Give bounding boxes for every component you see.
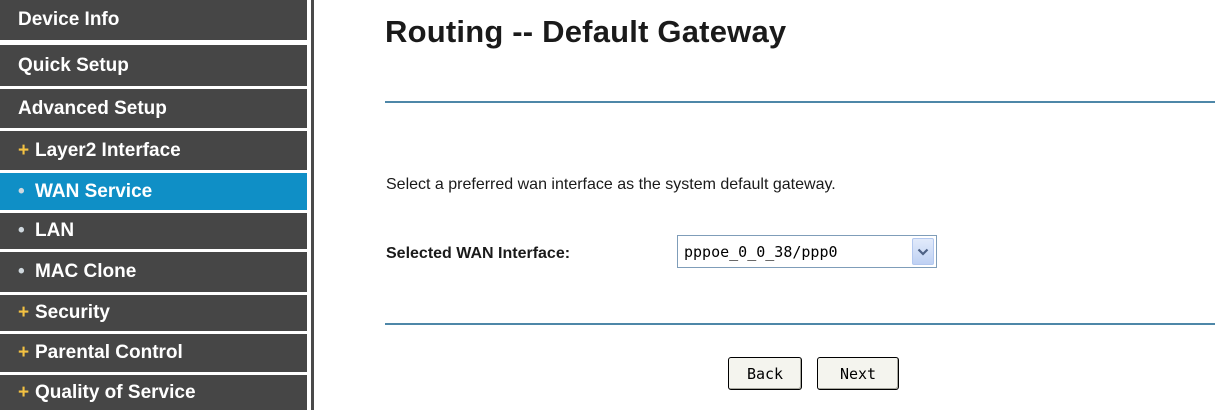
- sidebar-item-label: Security: [35, 302, 110, 323]
- main-panel: Routing -- Default Gateway Select a pref…: [314, 0, 1215, 410]
- divider-bottom: [385, 323, 1215, 325]
- sidebar-item-label: Advanced Setup: [18, 97, 167, 119]
- back-button[interactable]: Back: [728, 357, 802, 390]
- sidebar-item-lan[interactable]: • LAN: [0, 213, 307, 249]
- plus-icon: +: [18, 302, 30, 323]
- sidebar-item-security[interactable]: + Security: [0, 295, 307, 331]
- sidebar-item-label: Quality of Service: [35, 381, 196, 403]
- sidebar-item-label: Quick Setup: [18, 54, 129, 76]
- sidebar-item-label: Device Info: [18, 9, 120, 30]
- plus-icon: +: [18, 342, 30, 363]
- description-text: Select a preferred wan interface as the …: [386, 176, 836, 193]
- sidebar-item-label: LAN: [35, 220, 75, 241]
- sidebar-item-parental-control[interactable]: + Parental Control: [0, 334, 307, 372]
- bullet-icon: •: [18, 220, 25, 241]
- sidebar-item-label: MAC Clone: [35, 261, 137, 282]
- sidebar-item-layer2-interface[interactable]: + Layer2 Interface: [0, 131, 307, 170]
- next-button[interactable]: Next: [817, 357, 899, 390]
- wan-interface-selected-value: pppoe_0_0_38/ppp0: [684, 242, 838, 261]
- bullet-icon: •: [18, 180, 25, 202]
- sidebar-item-quality-of-service[interactable]: + Quality of Service: [0, 375, 307, 410]
- plus-icon: +: [18, 139, 30, 161]
- page-title: Routing -- Default Gateway: [385, 14, 787, 49]
- chevron-down-icon[interactable]: [912, 238, 934, 265]
- sidebar-item-quick-setup[interactable]: Quick Setup: [0, 45, 307, 86]
- sidebar: Device Info Quick Setup Advanced Setup +…: [0, 0, 314, 410]
- sidebar-item-wan-service[interactable]: • WAN Service: [0, 173, 307, 210]
- wan-interface-select[interactable]: pppoe_0_0_38/ppp0: [677, 235, 937, 268]
- sidebar-item-label: Parental Control: [35, 342, 183, 363]
- sidebar-item-advanced-setup[interactable]: Advanced Setup: [0, 89, 307, 128]
- wan-interface-label: Selected WAN Interface:: [386, 245, 571, 262]
- sidebar-item-label: Layer2 Interface: [35, 139, 181, 161]
- bullet-icon: •: [18, 261, 25, 282]
- sidebar-item-label: WAN Service: [35, 180, 153, 202]
- sidebar-item-device-info[interactable]: Device Info: [0, 0, 307, 40]
- divider-top: [385, 101, 1215, 103]
- plus-icon: +: [18, 381, 30, 403]
- sidebar-item-mac-clone[interactable]: • MAC Clone: [0, 252, 307, 292]
